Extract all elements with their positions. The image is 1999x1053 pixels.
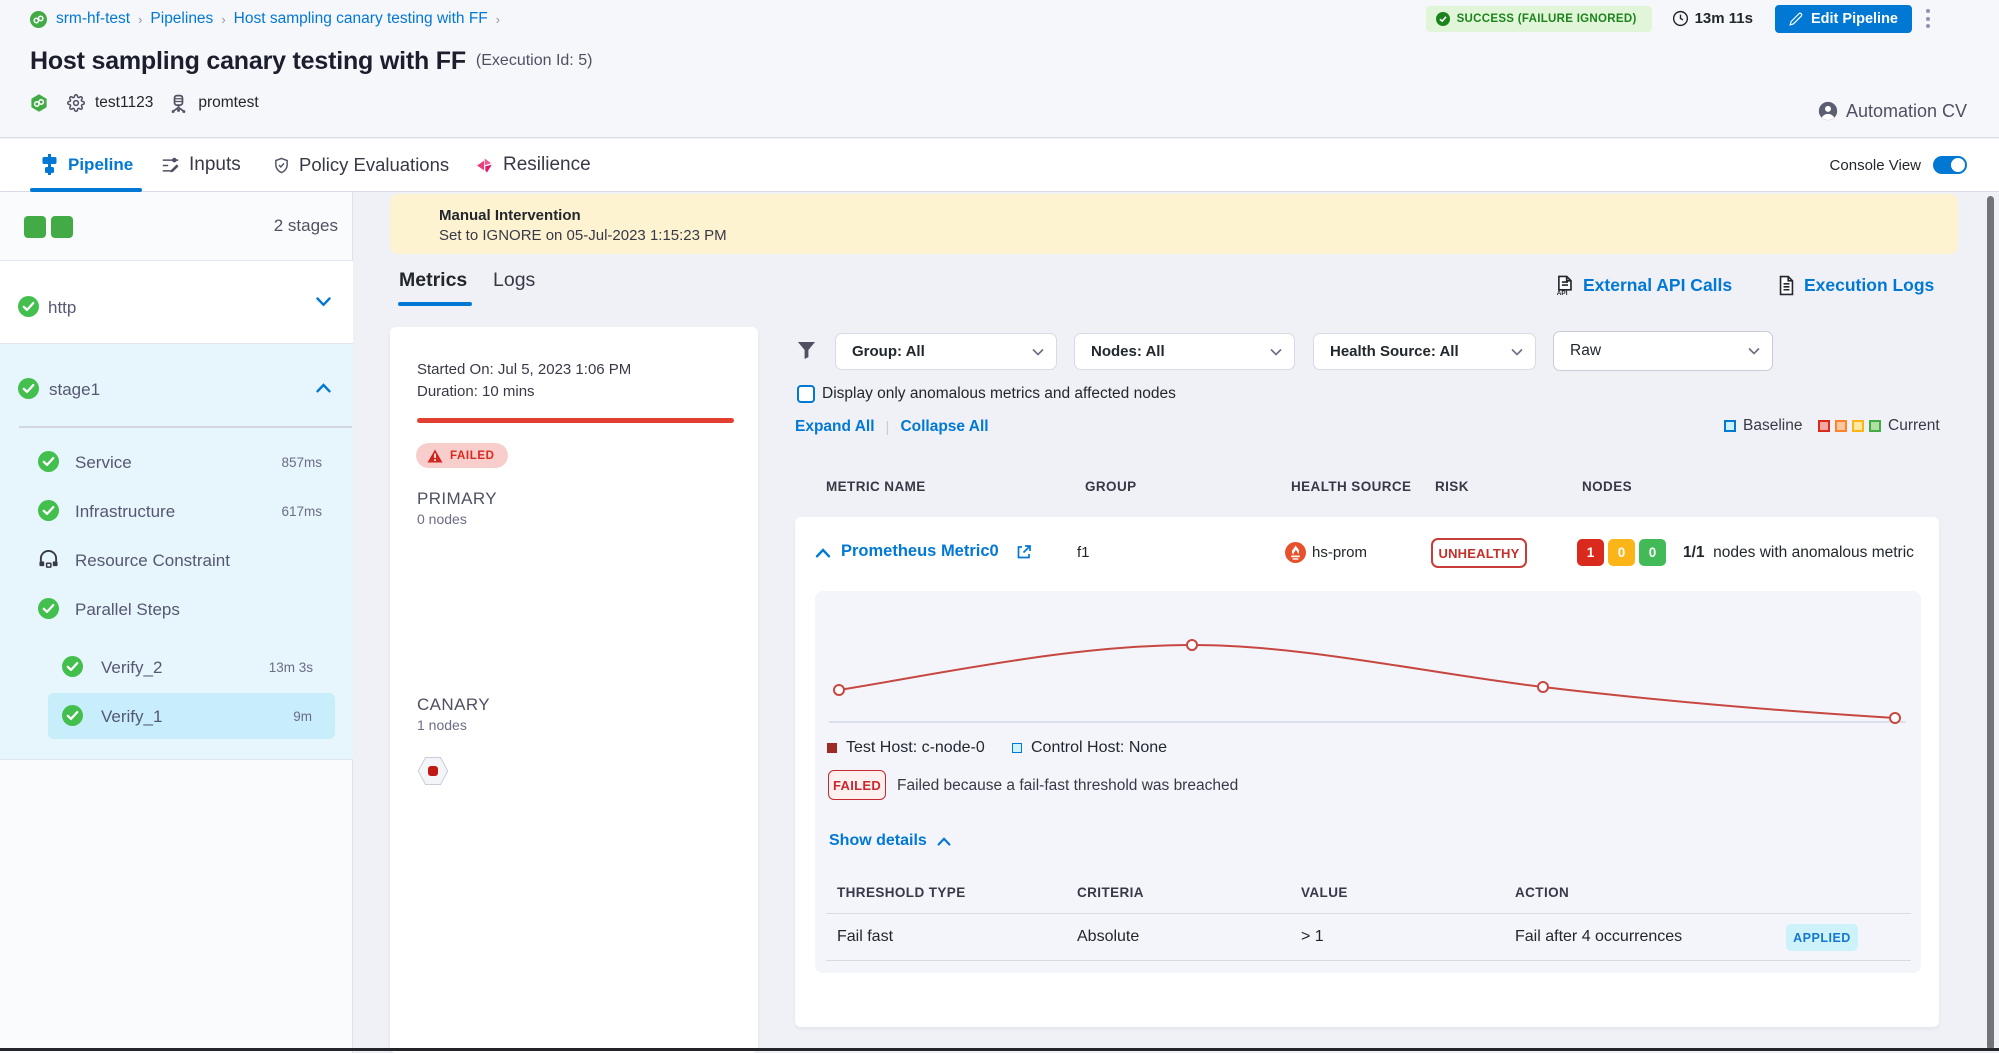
svg-text:API: API	[1557, 290, 1568, 296]
